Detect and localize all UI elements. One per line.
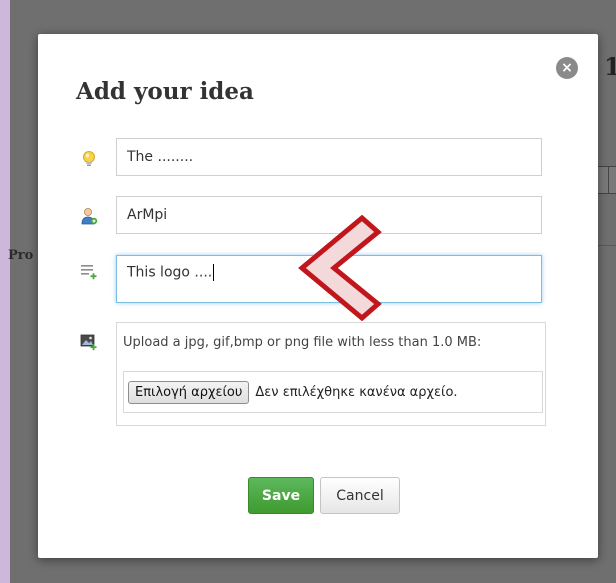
no-file-chosen-text: Δεν επιλέχθηκε κανένα αρχείο. [255,384,458,400]
close-button[interactable]: × [556,57,578,79]
choose-file-button[interactable]: Επιλογή αρχείου [128,380,250,404]
idea-title-input[interactable]: The ........ [116,138,542,176]
text-lines-add-icon [81,265,97,280]
image-upload-box: Upload a jpg, gif,bmp or png file with l… [116,322,546,426]
text-caret [213,264,215,281]
lightbulb-icon [83,151,95,166]
cancel-button-label: Cancel [336,487,384,504]
description-value: This logo .... [127,264,213,281]
annotation-chevron-arrow [298,214,382,322]
idea-title-value: The ........ [127,149,194,165]
author-value: ArMpi [127,207,168,223]
background-tab-2 [608,166,616,194]
file-input[interactable]: Επιλογή αρχείου Δεν επιλέχθηκε κανένα αρ… [123,371,543,413]
background-heading-number: 1 [604,52,616,81]
close-icon: × [561,60,573,76]
image-add-icon [80,334,97,351]
upload-hint: Upload a jpg, gif,bmp or png file with l… [123,335,482,350]
user-icon [81,208,98,225]
modal-title: Add your idea [76,78,254,105]
background-label: Pro [8,248,34,263]
save-button-label: Save [261,487,301,504]
cancel-button[interactable]: Cancel [320,477,400,514]
save-button[interactable]: Save [248,477,314,514]
